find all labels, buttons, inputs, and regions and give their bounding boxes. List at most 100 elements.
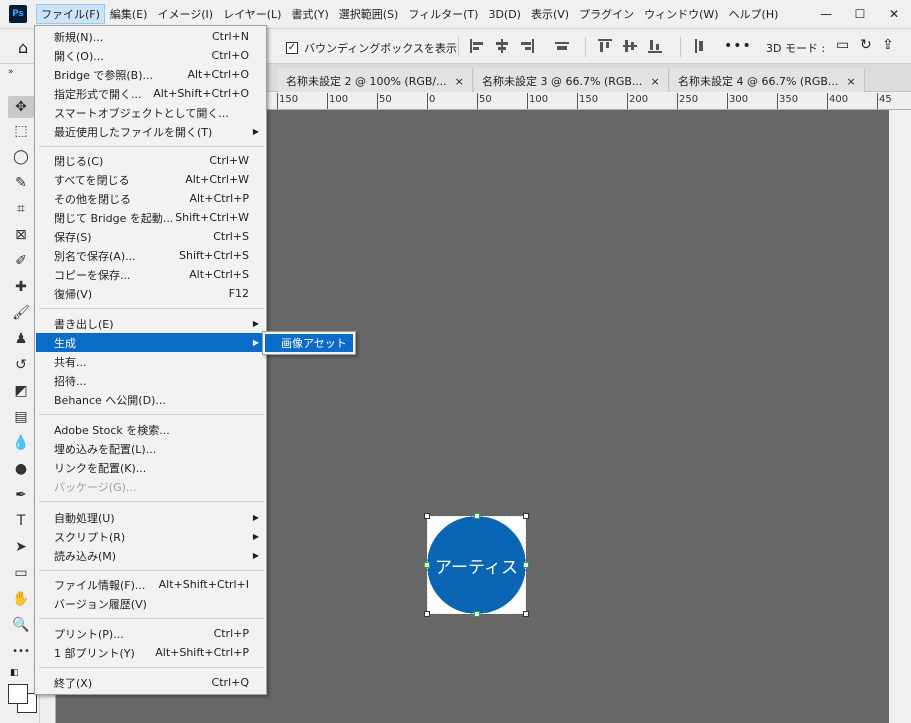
panel-toggle-icon[interactable]: ▭ [836, 37, 849, 53]
menu-item-print-one-copy[interactable]: 1 部プリント(Y) Alt+Shift+Ctrl+P [36, 643, 265, 662]
close-tab-icon[interactable]: × [650, 75, 659, 88]
align-top-icon[interactable] [598, 39, 612, 53]
menu-item-scripts[interactable]: スクリプト(R) ▶ [36, 527, 265, 546]
menu-item-save-copy[interactable]: コピーを保存... Alt+Ctrl+S [36, 265, 265, 284]
blur-tool-icon[interactable]: 💧 [8, 432, 34, 454]
menu-item-image-assets[interactable]: 画像アセット [265, 334, 353, 352]
quick-select-tool-icon[interactable]: ✎ [8, 172, 34, 194]
menu-item-place-embedded[interactable]: 埋め込みを配置(L)... [36, 439, 265, 458]
stamp-tool-icon[interactable]: ♟ [8, 328, 34, 350]
maximize-button[interactable]: ☐ [843, 0, 877, 28]
menu-layer[interactable]: レイヤー(L) [218, 4, 286, 24]
gradient-tool-icon[interactable]: ▤ [8, 406, 34, 428]
type-tool-icon[interactable]: T [8, 510, 34, 532]
distribute-horizontal-icon[interactable] [555, 39, 569, 53]
align-left-icon[interactable] [470, 39, 484, 53]
menu-item-revert[interactable]: 復帰(V) F12 [36, 284, 265, 303]
menu-item-import[interactable]: 読み込み(M) ▶ [36, 546, 265, 565]
transform-handle[interactable] [424, 611, 430, 617]
menu-item-open-smart-object[interactable]: スマートオブジェクトとして開く... [36, 103, 265, 122]
show-bounding-box-checkbox[interactable]: ✓ バウンディングボックスを表示 [286, 40, 457, 56]
pen-tool-icon[interactable]: ✒ [8, 484, 34, 506]
transform-handle[interactable] [523, 513, 529, 519]
menu-item-version-history[interactable]: バージョン履歴(V) [36, 594, 265, 613]
lasso-tool-icon[interactable]: ◯ [8, 146, 34, 168]
menu-item-file-info[interactable]: ファイル情報(F)... Alt+Shift+Ctrl+I [36, 575, 265, 594]
eraser-tool-icon[interactable]: ◩ [8, 380, 34, 402]
menu-item-save[interactable]: 保存(S) Ctrl+S [36, 227, 265, 246]
default-colors-icon[interactable]: ◧ [10, 668, 19, 678]
menu-file[interactable]: ファイル(F) [36, 4, 105, 24]
menu-item-close-others[interactable]: その他を閉じる Alt+Ctrl+P [36, 189, 265, 208]
menu-item-share[interactable]: 共有... [36, 352, 265, 371]
menu-item-exit[interactable]: 終了(X) Ctrl+Q [36, 673, 265, 692]
menu-item-close-go-bridge[interactable]: 閉じて Bridge を起動... Shift+Ctrl+W [36, 208, 265, 227]
path-select-tool-icon[interactable]: ➤ [8, 536, 34, 558]
hand-tool-icon[interactable]: ✋ [8, 588, 34, 610]
frame-tool-icon[interactable]: ⊠ [8, 224, 34, 246]
foreground-color-swatch[interactable] [8, 684, 28, 704]
menu-view[interactable]: 表示(V) [526, 4, 574, 24]
menu-item-open-recent[interactable]: 最近使用したファイルを開く(T) ▶ [36, 122, 265, 141]
document-tab[interactable]: 名称未設定 2 @ 100% (RGB/... × [278, 68, 473, 92]
align-center-icon[interactable] [495, 39, 509, 53]
menu-edit[interactable]: 編集(E) [105, 4, 153, 24]
share-icon[interactable]: ⇪ [882, 37, 894, 53]
rectangle-tool-icon[interactable]: ▭ [8, 562, 34, 584]
history-brush-tool-icon[interactable]: ↺ [8, 354, 34, 376]
marquee-tool-icon[interactable]: ⬚ [8, 120, 34, 142]
home-icon[interactable]: ⌂ [18, 38, 28, 57]
close-tab-icon[interactable]: × [846, 75, 855, 88]
healing-tool-icon[interactable]: ✚ [8, 276, 34, 298]
menu-plugins[interactable]: プラグイン [574, 4, 639, 24]
transform-handle[interactable] [474, 611, 480, 617]
transform-handle[interactable] [474, 513, 480, 519]
document-tab[interactable]: 名称未設定 3 @ 66.7% (RGB... × [474, 68, 669, 92]
menu-item-save-as[interactable]: 別名で保存(A)... Shift+Ctrl+S [36, 246, 265, 265]
zoom-tool-icon[interactable]: 🔍 [8, 614, 34, 636]
menu-type[interactable]: 書式(Y) [286, 4, 333, 24]
more-options-icon[interactable]: ••• [724, 38, 752, 54]
close-window-button[interactable]: ✕ [877, 0, 911, 28]
menu-3d[interactable]: 3D(D) [483, 6, 526, 23]
transform-handle[interactable] [424, 562, 430, 568]
menu-item-close[interactable]: 閉じる(C) Ctrl+W [36, 151, 265, 170]
eyedropper-tool-icon[interactable]: ✐ [8, 250, 34, 272]
distribute-vertical-icon[interactable] [692, 39, 706, 53]
brush-tool-icon[interactable]: 🖌 [8, 302, 34, 324]
menu-item-close-all[interactable]: すべてを閉じる Alt+Ctrl+W [36, 170, 265, 189]
checkbox-icon[interactable]: ✓ [286, 42, 298, 54]
menu-image[interactable]: イメージ(I) [152, 4, 218, 24]
align-middle-icon[interactable] [623, 39, 637, 53]
menu-item-browse-bridge[interactable]: Bridge で参照(B)... Alt+Ctrl+O [36, 65, 265, 84]
menu-item-share-behance[interactable]: Behance へ公開(D)... [36, 390, 265, 409]
align-right-icon[interactable] [520, 39, 534, 53]
transform-handle[interactable] [523, 611, 529, 617]
transform-handle[interactable] [424, 513, 430, 519]
transform-handle[interactable] [523, 562, 529, 568]
menu-filter[interactable]: フィルター(T) [403, 4, 483, 24]
crop-tool-icon[interactable]: ⌗ [8, 198, 34, 220]
menu-item-search-stock[interactable]: Adobe Stock を検索... [36, 420, 265, 439]
menu-help[interactable]: ヘルプ(H) [724, 4, 784, 24]
menu-item-automate[interactable]: 自動処理(U) ▶ [36, 508, 265, 527]
dodge-tool-icon[interactable]: ● [8, 458, 34, 480]
menu-select[interactable]: 選択範囲(S) [334, 4, 404, 24]
collapse-panel-icon[interactable]: » [8, 67, 14, 77]
menu-item-export[interactable]: 書き出し(E) ▶ [36, 314, 265, 333]
menu-item-place-linked[interactable]: リンクを配置(K)... [36, 458, 265, 477]
more-tools-icon[interactable]: ••• [8, 640, 34, 662]
menu-item-invite[interactable]: 招待... [36, 371, 265, 390]
menu-item-generate[interactable]: 生成 ▶ [36, 333, 265, 352]
menu-item-open[interactable]: 開く(O)... Ctrl+O [36, 46, 265, 65]
move-tool-icon[interactable]: ✥ [8, 96, 34, 118]
menu-item-print[interactable]: プリント(P)... Ctrl+P [36, 624, 265, 643]
menu-item-new[interactable]: 新規(N)... Ctrl+N [36, 27, 265, 46]
transform-icon[interactable]: ↻ [860, 37, 872, 53]
close-tab-icon[interactable]: × [455, 75, 464, 88]
menu-item-open-as[interactable]: 指定形式で開く... Alt+Shift+Ctrl+O [36, 84, 265, 103]
align-bottom-icon[interactable] [648, 39, 662, 53]
minimize-button[interactable]: — [809, 0, 843, 28]
menu-window[interactable]: ウィンドウ(W) [639, 4, 723, 24]
document-tab[interactable]: 名称未設定 4 @ 66.7% (RGB... × [670, 68, 865, 92]
